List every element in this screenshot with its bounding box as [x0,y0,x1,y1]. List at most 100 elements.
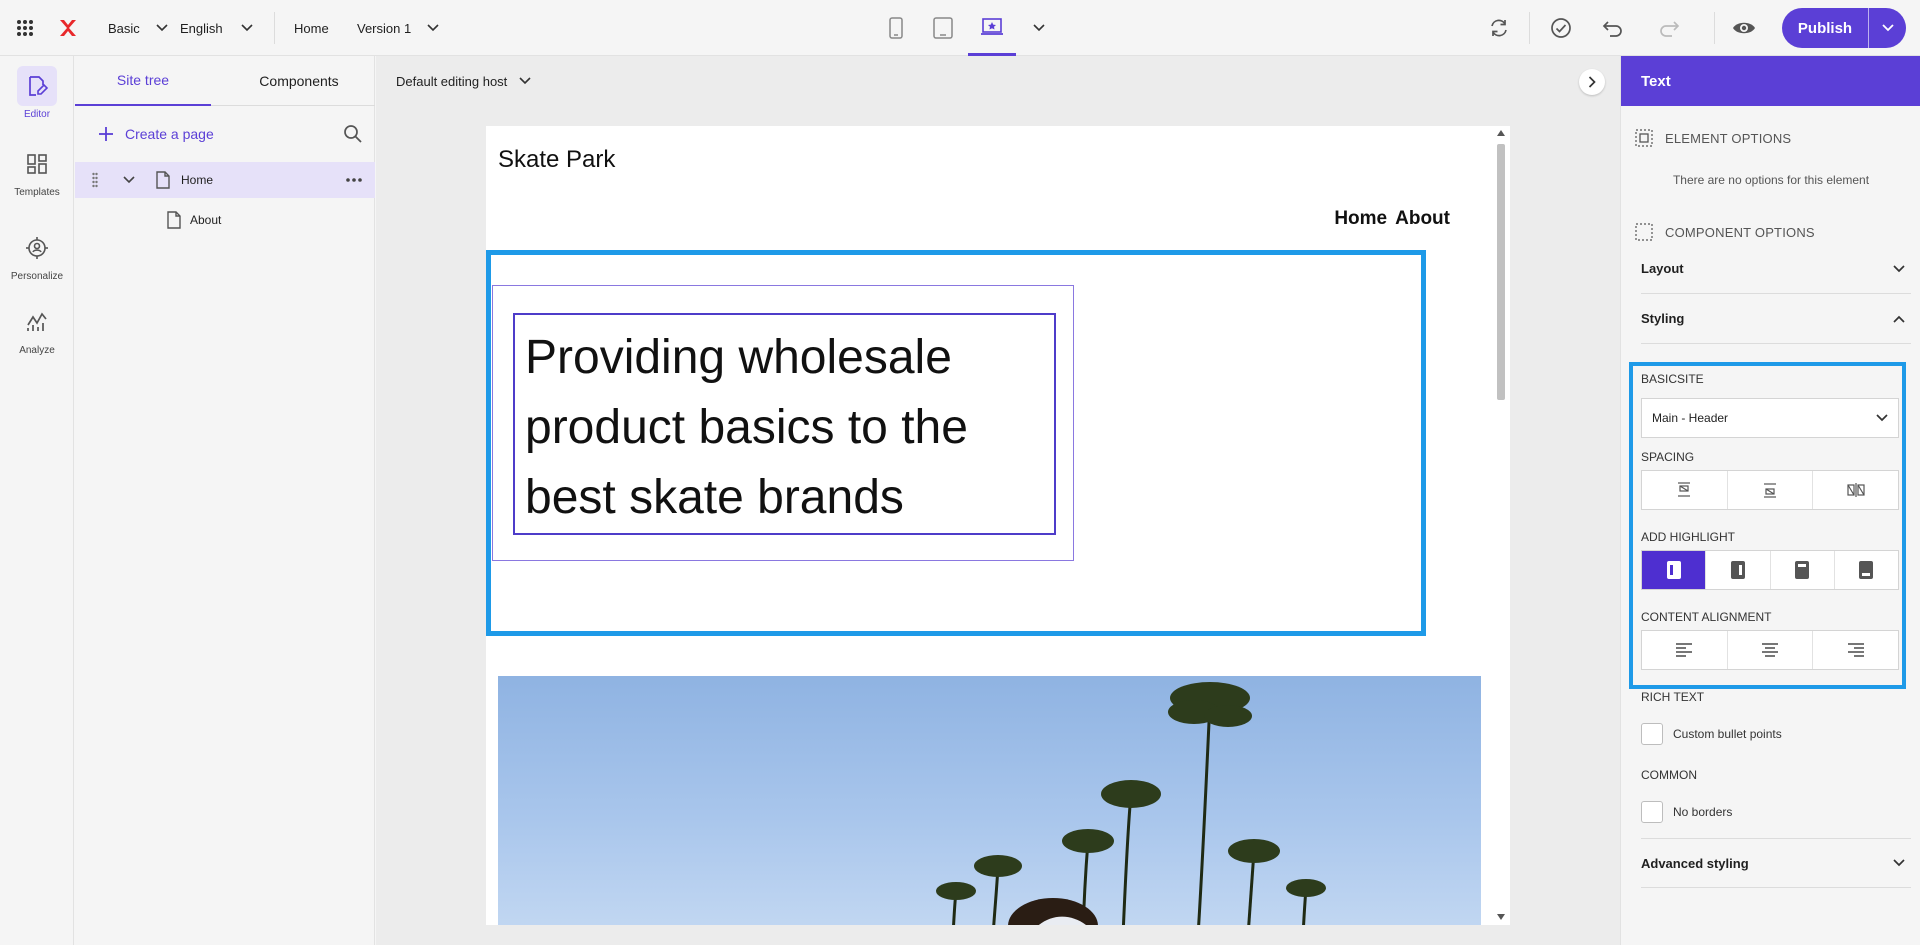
spacing-horizontal-button[interactable] [1813,471,1898,509]
highlight-right-button[interactable] [1706,551,1771,589]
hero-heading[interactable]: Providing wholesale product basics to th… [525,323,1044,533]
highlight-top-button[interactable] [1771,551,1835,589]
spacing-button-group [1641,470,1899,510]
align-center-button[interactable] [1728,631,1814,669]
chevron-down-icon [241,24,253,32]
chevron-down-icon [1893,859,1905,867]
editor-canvas: Default editing host Skate Park Home Abo… [376,56,1620,945]
rail-item-analyze[interactable]: Analyze [0,302,74,356]
device-menu-chevron-icon[interactable] [1033,0,1045,56]
highlight-button-group [1641,550,1899,590]
styling-label: Styling [1641,311,1685,326]
check-circle-icon[interactable] [1550,0,1572,56]
create-page-button[interactable]: Create a page [99,118,214,150]
no-borders-label: No borders [1673,805,1733,819]
canvas-scrollbar[interactable] [1494,130,1508,920]
scroll-down-icon[interactable] [1497,914,1505,920]
publish-divider [1868,8,1869,48]
redo-icon[interactable] [1660,0,1682,56]
chevron-up-icon [1893,315,1905,323]
selected-component[interactable]: Providing wholesale product basics to th… [486,250,1426,636]
tab-components[interactable]: Components [231,56,367,106]
spacing-label: SPACING [1641,450,1695,464]
align-left-button[interactable] [1642,631,1728,669]
drag-handle-icon[interactable] [92,172,98,188]
tree-node-about[interactable]: About [75,202,375,238]
desktop-device-icon[interactable] [968,0,1016,56]
rail-item-personalize[interactable]: Personalize [0,228,74,282]
hero-image[interactable] [498,676,1481,925]
language-selector[interactable]: English [180,0,253,56]
component-options-label: COMPONENT OPTIONS [1665,224,1815,240]
publish-menu-chevron-icon[interactable] [1869,24,1906,32]
personalize-icon [17,228,57,268]
highlight-top-icon [1795,561,1810,579]
layout-accordion[interactable]: Layout [1641,244,1911,294]
site-name: Basic [108,20,140,36]
rail-label: Templates [14,187,60,198]
spacing-horizontal-icon [1847,483,1865,497]
spacing-top-button[interactable] [1642,471,1728,509]
sync-icon[interactable] [1488,0,1510,56]
selected-text-element[interactable]: Providing wholesale product basics to th… [513,313,1056,535]
rail-item-editor[interactable]: Editor [0,66,74,120]
chevron-down-icon [156,24,168,32]
publish-label: Publish [1797,19,1853,37]
custom-bullets-checkbox[interactable] [1641,723,1663,745]
app-launcher-icon[interactable] [16,0,34,56]
nav-link-about[interactable]: About [1395,208,1450,230]
rich-text-label: RICH TEXT [1641,690,1705,704]
chevron-down-icon [1876,414,1888,422]
tree-node-home[interactable]: Home [75,162,375,198]
publish-button[interactable]: Publish [1782,8,1906,48]
site-title[interactable]: Skate Park [498,146,615,174]
highlight-right-icon [1730,561,1745,579]
version-selector[interactable]: Version 1 [357,0,439,56]
container-outline: Providing wholesale product basics to th… [492,285,1074,561]
site-tree-panel: Site tree Components Create a page Home … [75,56,375,945]
scrollbar-thumb[interactable] [1497,144,1505,400]
tree-tabs: Site tree Components [75,56,375,106]
spacing-bottom-button[interactable] [1728,471,1814,509]
page-icon [156,171,170,189]
tree-node-label: Home [181,173,214,187]
page-preview: Skate Park Home About Providing wholesal… [486,126,1510,925]
more-options-icon[interactable] [346,178,362,182]
rail-item-templates[interactable]: Templates [0,144,74,198]
no-borders-checkbox[interactable] [1641,801,1663,823]
tab-site-tree[interactable]: Site tree [75,56,211,106]
rail-label: Personalize [10,271,64,282]
current-page-label[interactable]: Home [294,0,329,56]
properties-panel: Text ELEMENT OPTIONS There are no option… [1620,56,1920,945]
create-page-label: Create a page [125,126,214,142]
align-right-icon [1847,643,1864,657]
palm-trees-illustration [936,682,1326,925]
advanced-styling-accordion[interactable]: Advanced styling [1641,838,1911,888]
no-borders-option[interactable]: No borders [1641,800,1732,824]
editing-host-label: Default editing host [396,73,508,89]
component-select-icon [1635,223,1653,241]
chevron-down-icon[interactable] [123,176,135,184]
templates-icon [17,144,57,184]
layout-label: Layout [1641,261,1684,276]
scroll-up-icon[interactable] [1497,130,1505,136]
search-icon[interactable] [343,124,362,143]
alignment-button-group [1641,630,1899,670]
highlight-bottom-button[interactable] [1835,551,1898,589]
page-icon [167,211,181,229]
align-center-icon [1762,643,1778,657]
advanced-styling-label: Advanced styling [1641,855,1749,871]
styling-accordion[interactable]: Styling [1641,294,1911,344]
site-selector[interactable]: Basic [108,0,168,56]
custom-bullets-option[interactable]: Custom bullet points [1641,722,1782,746]
preview-eye-icon[interactable] [1732,0,1756,56]
nav-link-home[interactable]: Home [1334,208,1387,230]
mobile-device-icon[interactable] [883,0,909,56]
tablet-device-icon[interactable] [930,0,956,56]
editing-host-selector[interactable]: Default editing host [396,56,531,106]
undo-icon[interactable] [1600,0,1622,56]
basicsite-select[interactable]: Main - Header [1641,398,1899,438]
align-right-button[interactable] [1813,631,1898,669]
highlight-left-button[interactable] [1642,551,1707,589]
chevron-right-icon[interactable] [1579,69,1605,95]
